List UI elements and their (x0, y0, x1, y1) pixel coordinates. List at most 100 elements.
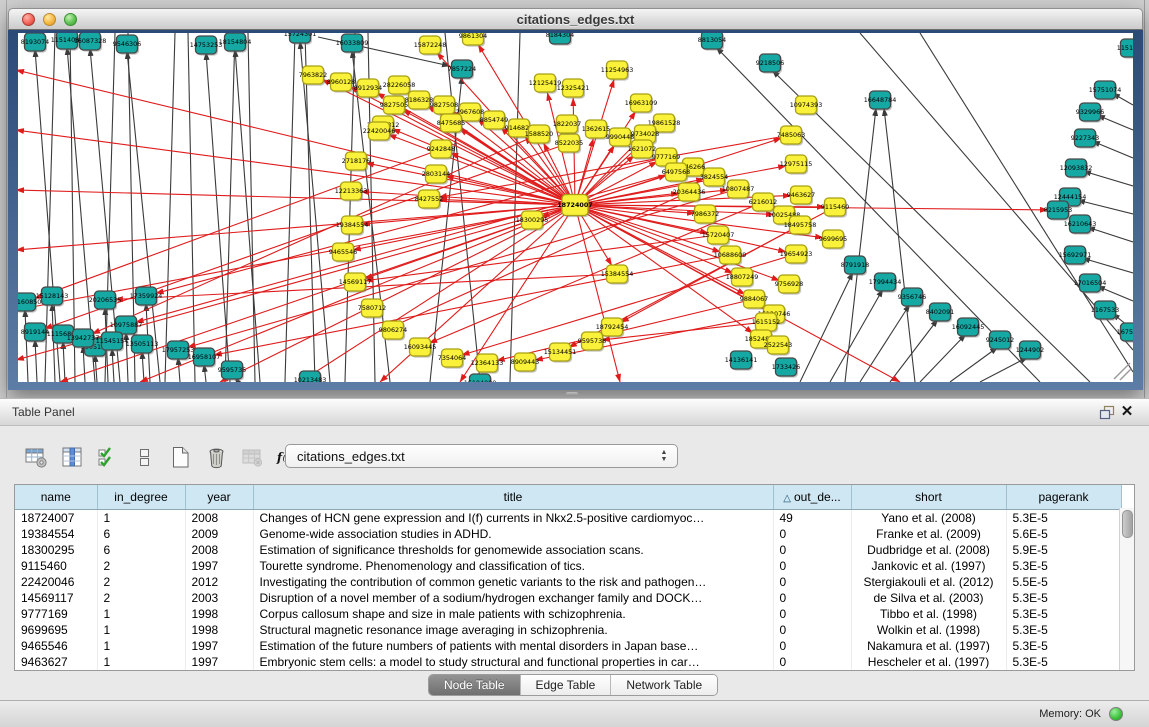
graph-node[interactable]: 15692971 (1059, 246, 1092, 266)
graph-node[interactable]: 7354064 (438, 349, 466, 369)
cell-name[interactable]: 18300295 (15, 542, 97, 558)
cell-name[interactable]: 19384554 (15, 526, 97, 542)
cell-year[interactable]: 2012 (185, 574, 253, 590)
cell-pagerank[interactable]: 5.3E-5 (1006, 638, 1121, 654)
cell-pagerank[interactable]: 5.6E-5 (1006, 526, 1121, 542)
cell-out_de[interactable]: 0 (773, 622, 851, 638)
cell-title[interactable]: Corpus callosum shape and size in male p… (253, 606, 773, 622)
graph-node[interactable]: 9245012 (986, 331, 1014, 351)
graph-node[interactable]: 20206535 (89, 291, 122, 311)
cell-title[interactable]: Structural magnetic resonance image aver… (253, 622, 773, 638)
cell-short[interactable]: Yano et al. (2008) (851, 510, 1006, 527)
graph-node[interactable]: 17016504 (1074, 274, 1107, 294)
cell-in_degree[interactable]: 1 (97, 622, 185, 638)
graph-node[interactable]: 7986372 (691, 205, 719, 225)
cell-name[interactable]: 14569117 (15, 590, 97, 606)
graph-node[interactable]: 2522543 (764, 336, 792, 356)
graph-edge[interactable] (25, 309, 28, 382)
cell-in_degree[interactable]: 1 (97, 510, 185, 527)
graph-node[interactable]: 15724301 (284, 33, 317, 45)
cell-in_degree[interactable]: 2 (97, 590, 185, 606)
cell-year[interactable]: 1997 (185, 654, 253, 670)
graph-node[interactable]: 9242848 (427, 140, 455, 160)
graph-node[interactable]: 1167533 (1091, 301, 1119, 321)
graph-node[interactable]: 9218506 (756, 54, 784, 74)
graph-node[interactable]: 18154804 (219, 33, 252, 53)
graph-node[interactable]: 9356746 (898, 288, 926, 308)
column-header-pagerank[interactable]: pagerank (1006, 485, 1121, 510)
cell-in_degree[interactable]: 1 (97, 638, 185, 654)
cell-title[interactable]: Genome-wide association studies in ADHD. (253, 526, 773, 542)
graph-node[interactable]: 11254963 (601, 61, 634, 81)
network-canvas[interactable]: 7963822 8960128 8912934 28226058 9827505… (18, 33, 1133, 382)
graph-node[interactable]: 8193074 (21, 33, 49, 53)
graph-node[interactable]: 19654923 (780, 245, 813, 265)
graph-node[interactable]: 7963822 (299, 66, 327, 86)
graph-node[interactable]: 16093445 (404, 338, 437, 358)
cell-short[interactable]: Wolkin et al. (1998) (851, 622, 1006, 638)
graph-node[interactable]: 14136141 (725, 351, 758, 371)
graph-node[interactable]: 12364133 (471, 354, 504, 374)
cell-year[interactable]: 1998 (185, 606, 253, 622)
graph-edge[interactable] (510, 33, 520, 382)
graph-node[interactable]: 16092445 (952, 318, 985, 338)
graph-node[interactable]: 1151104 (1117, 39, 1133, 59)
cell-in_degree[interactable]: 6 (97, 542, 185, 558)
column-header-name[interactable]: name (15, 485, 97, 510)
graph-edge[interactable] (1077, 200, 1133, 214)
graph-node[interactable]: 12125419 (529, 74, 562, 94)
graph-edge[interactable] (95, 354, 97, 382)
graph-node[interactable]: 7580712 (358, 299, 386, 319)
show-columns-icon[interactable] (60, 445, 84, 469)
graph-edge[interactable] (35, 339, 37, 382)
tab-edge-table[interactable]: Edge Table (521, 675, 612, 695)
cell-title[interactable]: Estimation of the future numbers of pati… (253, 638, 773, 654)
graph-node[interactable]: 19384554 (336, 216, 369, 236)
cell-short[interactable]: Jankovic et al. (1997) (851, 558, 1006, 574)
graph-node[interactable]: 14569117 (339, 273, 372, 293)
graph-node[interactable]: 1675312 (1117, 323, 1133, 343)
cell-short[interactable]: de Silva et al. (2003) (851, 590, 1006, 606)
graph-node[interactable]: 8919144 (21, 323, 49, 343)
graph-node[interactable]: 10213483 (294, 371, 327, 382)
graph-node[interactable]: 9115460 (821, 198, 849, 218)
graph-edge[interactable] (800, 272, 853, 382)
graph-edge[interactable] (1097, 286, 1133, 301)
graph-node[interactable]: 9227343 (1071, 129, 1099, 149)
graph-node[interactable]: 8791918 (841, 256, 869, 276)
delete-table-icon-disabled[interactable] (240, 445, 264, 469)
graph-edge[interactable] (772, 70, 1090, 382)
cell-out_de[interactable]: 0 (773, 590, 851, 606)
column-header-in_degree[interactable]: in_degree (97, 485, 185, 510)
graph-node[interactable]: 9595738 (578, 332, 606, 352)
table-row[interactable]: 969969511998Structural magnetic resonanc… (15, 622, 1121, 638)
cell-year[interactable]: 2008 (185, 542, 253, 558)
graph-edge[interactable] (142, 351, 144, 382)
cell-pagerank[interactable]: 5.3E-5 (1006, 558, 1121, 574)
cell-title[interactable]: Estimation of significance thresholds fo… (253, 542, 773, 558)
graph-node[interactable]: 17359924 (130, 287, 163, 307)
graph-node[interactable]: 9595735 (218, 361, 246, 381)
cell-pagerank[interactable]: 5.3E-5 (1006, 622, 1121, 638)
graph-node[interactable]: 12975115 (780, 155, 813, 175)
graph-edge[interactable] (1092, 141, 1133, 158)
cell-short[interactable]: Tibbo et al. (1998) (851, 606, 1006, 622)
cell-pagerank[interactable]: 5.9E-5 (1006, 542, 1121, 558)
graph-node[interactable]: 16104000 (464, 374, 497, 382)
graph-edge[interactable] (1083, 171, 1133, 186)
graph-edge[interactable] (206, 52, 230, 382)
cell-short[interactable]: Stergiakouli et al. (2012) (851, 574, 1006, 590)
graph-node[interactable]: 12325421 (557, 79, 590, 99)
tab-node-table[interactable]: Node Table (429, 675, 521, 695)
column-header-short[interactable]: short (851, 485, 1006, 510)
cell-in_degree[interactable]: 2 (97, 558, 185, 574)
cell-title[interactable]: Changes of HCN gene expression and I(f) … (253, 510, 773, 527)
table-scrollbar[interactable] (1119, 508, 1134, 670)
graph-node[interactable]: 13505113 (126, 335, 159, 355)
delete-column-icon[interactable] (204, 445, 228, 469)
graph-node[interactable]: 9465546 (329, 243, 357, 263)
float-window-icon[interactable] (1097, 403, 1117, 421)
table-row[interactable]: 1830029562008Estimation of significance … (15, 542, 1121, 558)
graph-node[interactable]: 2718176 (342, 152, 370, 172)
graph-node[interactable]: 9329966 (1076, 103, 1104, 123)
